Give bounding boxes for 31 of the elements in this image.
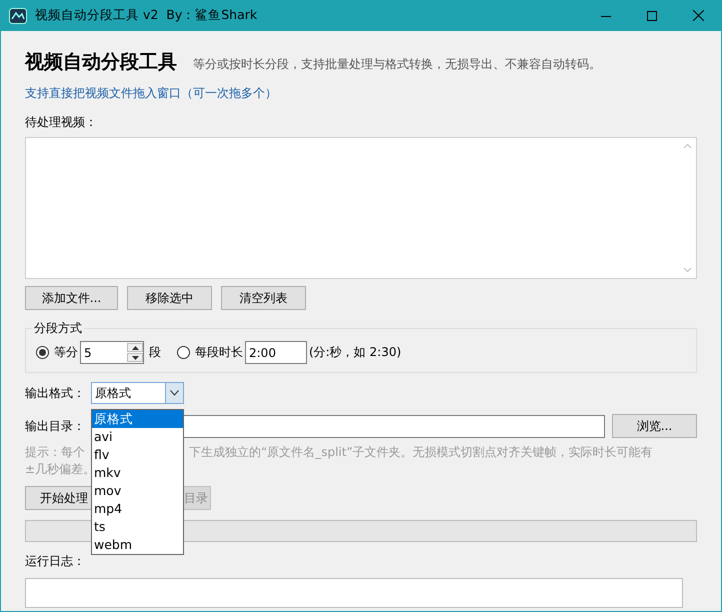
file-list-label: 待处理视频： <box>25 114 98 131</box>
close-icon <box>692 10 704 21</box>
unit-label: 段 <box>149 344 161 361</box>
spin-up-icon[interactable] <box>132 346 138 350</box>
group-title: 分段方式 <box>33 320 83 337</box>
list-action-button[interactable]: 添加文件... <box>25 286 118 310</box>
app-description: 等分或按时长分段，支持批量处理与格式转换，无损导出、不兼容自动转码。 <box>193 56 601 73</box>
spin-down-icon[interactable] <box>132 356 138 360</box>
drag-drop-hint: 支持直接把视频文件拖入窗口（可一次拖多个） <box>25 85 278 102</box>
radio-button[interactable] <box>177 346 190 359</box>
maximize-icon <box>647 10 657 20</box>
hint-text: 下生成独立的“原文件名_split”子文件夹。无损模式切割点对齐关键帧，实际时长可能有 <box>189 444 653 461</box>
chevron-down-icon[interactable] <box>170 390 179 396</box>
app-heading: 视频自动分段工具 <box>25 50 177 75</box>
duration-format-note: (分:秒，如 2:30) <box>309 344 402 361</box>
radio-button[interactable] <box>36 346 49 359</box>
window-title: 视频自动分段工具 v2 By：鲨鱼Shark <box>35 7 258 24</box>
radio-label: 每段时长 <box>195 344 243 361</box>
hint-text: 提示：每个 <box>25 445 85 459</box>
list-action-button[interactable]: 清空列表 <box>221 286 306 310</box>
app-icon <box>9 8 27 24</box>
format-dropdown[interactable]: 原格式 <box>91 382 184 404</box>
radio-label: 等分 <box>54 344 78 361</box>
output-dir-label: 输出目录： <box>25 418 86 434</box>
log-label: 运行日志： <box>25 553 86 570</box>
list-action-button[interactable]: 移除选中 <box>127 286 212 310</box>
browse-button[interactable]: 浏览... <box>612 414 697 438</box>
output-format-label: 输出格式： <box>25 384 86 402</box>
duration-field[interactable]: 2:00 <box>245 341 307 364</box>
format-option[interactable]: 原格式 <box>92 410 183 428</box>
segment-count-spinner[interactable]: 5 <box>80 341 144 364</box>
